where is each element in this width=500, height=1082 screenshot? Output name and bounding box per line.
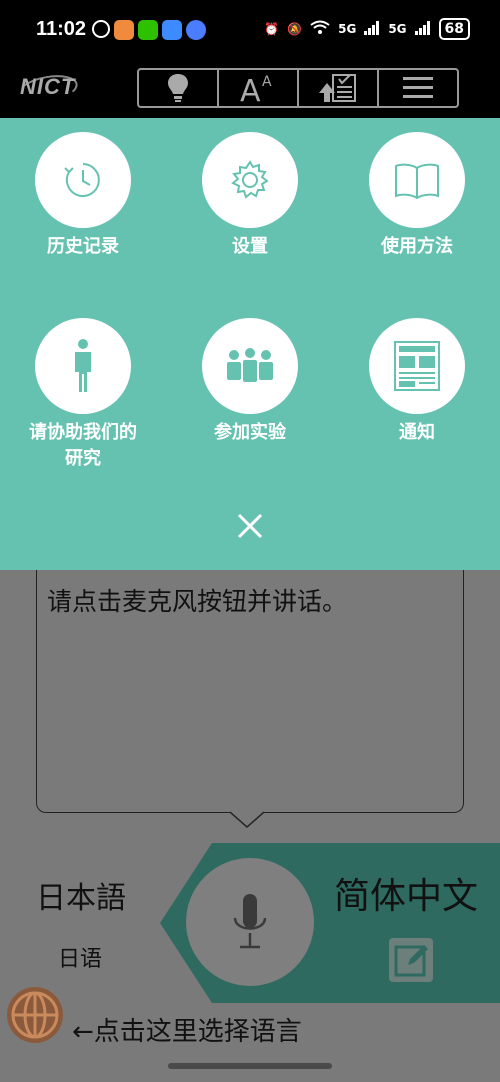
message-app-icon	[186, 20, 206, 40]
microphone-button[interactable]	[186, 858, 314, 986]
svg-text:A: A	[262, 74, 272, 90]
status-time: 11:02	[36, 18, 87, 40]
menu-item-history[interactable]: 历史记录	[13, 132, 153, 260]
signal-a-icon	[364, 20, 380, 38]
menu-item-experiment[interactable]: 参加实验	[180, 318, 320, 446]
health-app-icon	[114, 20, 134, 40]
source-language[interactable]: 日本語	[36, 873, 126, 917]
battery-indicator: 68	[438, 18, 470, 40]
alarm-icon: ⏰	[264, 22, 280, 36]
language-select-hint: ←点击这里选择语言	[72, 1017, 302, 1047]
speech-bubble-tail	[230, 811, 264, 829]
menu-circle	[202, 132, 298, 228]
microphone-icon	[233, 894, 267, 949]
history-icon	[64, 163, 100, 197]
sync-icon	[92, 20, 110, 38]
group-icon	[227, 348, 273, 382]
menu-circle	[202, 318, 298, 414]
font-size-icon: AA	[240, 74, 272, 103]
edit-icon[interactable]	[388, 937, 434, 983]
source-language-translation: 日语	[58, 947, 103, 972]
nict-logo: NICT	[20, 74, 76, 99]
menu-circle	[369, 318, 465, 414]
hamburger-menu-icon	[403, 77, 433, 98]
menu-item-usage[interactable]: 使用方法	[347, 132, 487, 260]
gear-icon	[231, 160, 269, 199]
person-icon	[75, 339, 91, 392]
book-icon	[395, 163, 439, 200]
menu-label: 使用方法	[381, 236, 453, 257]
globe-icon[interactable]	[5, 985, 65, 1045]
menu-circle	[369, 132, 465, 228]
wechat-icon	[138, 20, 158, 40]
menu-label: 历史记录	[47, 236, 119, 257]
home-indicator[interactable]	[168, 1063, 332, 1069]
menu-label: 通知	[399, 422, 435, 443]
svg-text:A: A	[240, 74, 261, 103]
menu-label: 设置	[232, 236, 268, 257]
system-icons: ⏰ 🔕 5G 5G 68	[264, 18, 470, 40]
speech-output-box: 请点击麦克风按钮并讲话。	[36, 570, 464, 813]
app-bar: NICT AA	[0, 62, 500, 118]
target-language[interactable]: 简体中文	[334, 867, 478, 919]
status-bar: 11:02 ⏰ 🔕 5G 5G 68	[0, 0, 500, 62]
newspaper-icon	[394, 341, 440, 391]
menu-label: 请协助我们的 研究	[29, 422, 137, 469]
mute-icon: 🔕	[287, 22, 303, 36]
speech-prompt: 请点击麦克风按钮并讲话。	[47, 587, 348, 616]
signal-b-icon	[414, 20, 431, 38]
share-list-button[interactable]	[299, 70, 379, 106]
upload-list-icon	[319, 74, 356, 102]
menu-item-settings[interactable]: 设置	[180, 132, 320, 260]
menu-button[interactable]	[379, 70, 457, 106]
menu-panel: 历史记录 设置 使用方法 请协助我们的 研究 参加实验 通知	[0, 118, 500, 570]
menu-circle	[35, 132, 131, 228]
tips-button[interactable]	[139, 70, 219, 106]
signal-b-label: 5G	[388, 22, 407, 36]
hint-bar: ←点击这里选择语言	[0, 987, 500, 1082]
lightbulb-icon	[168, 74, 188, 102]
toolbar: AA	[137, 68, 459, 108]
font-size-button[interactable]: AA	[219, 70, 299, 106]
menu-label: 参加实验	[214, 422, 286, 443]
store-app-icon	[162, 20, 182, 40]
close-icon[interactable]	[234, 510, 266, 542]
menu-item-research[interactable]: 请协助我们的 研究	[13, 318, 153, 472]
menu-item-notice[interactable]: 通知	[347, 318, 487, 446]
language-bar: 日本語 日语 简体中文	[0, 843, 500, 1003]
menu-circle	[35, 318, 131, 414]
wifi-icon	[310, 20, 330, 39]
signal-a-label: 5G	[338, 22, 357, 36]
notification-icons	[92, 20, 206, 40]
